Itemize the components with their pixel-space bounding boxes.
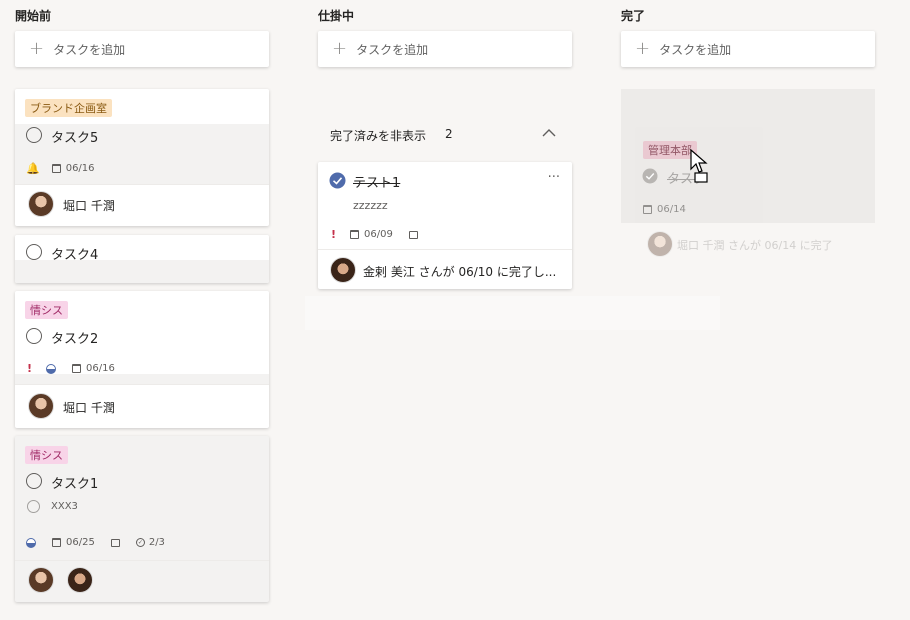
more-options-icon[interactable]: ···: [548, 170, 560, 185]
column-title-in-progress: 仕掛中: [318, 9, 355, 23]
completed-check-icon: [642, 168, 658, 184]
completion-text: 堀口 千潤 さんが 06/14 に完了: [677, 239, 833, 252]
dragging-card-ghost-footer: 堀口 千潤 さんが 06/14 に完了: [621, 226, 875, 260]
label-tag: 情シス: [25, 301, 68, 319]
task-title: タスク2: [51, 332, 99, 347]
comment-icon: [408, 230, 418, 239]
avatar[interactable]: [67, 567, 93, 593]
plus-icon: +: [29, 38, 45, 59]
avatar: [647, 231, 673, 257]
assignee-name: 堀口 千潤: [63, 401, 115, 415]
plus-icon: +: [635, 38, 651, 59]
progress-in-progress-icon: [46, 363, 57, 374]
label-tag: 情シス: [25, 446, 68, 464]
task-notes: zzzzzz: [353, 199, 388, 212]
due-date: 06/14: [657, 204, 686, 215]
avatar[interactable]: [330, 257, 356, 283]
complete-checkbox[interactable]: [26, 328, 42, 344]
add-task-button-in-progress[interactable]: + タスクを追加: [318, 31, 572, 67]
complete-checkbox[interactable]: [26, 473, 42, 489]
completed-check-icon[interactable]: [329, 172, 346, 189]
add-task-label: タスクを追加: [53, 42, 126, 57]
calendar-icon: [52, 538, 61, 547]
column-title-not-started: 開始前: [15, 9, 52, 23]
avatar[interactable]: [28, 393, 54, 419]
complete-checkbox[interactable]: [26, 127, 42, 143]
due-date: 06/25: [66, 537, 95, 548]
label-tag: ブランド企画室: [25, 99, 112, 117]
task-card-task4[interactable]: タスク4: [15, 235, 269, 283]
drop-area: [305, 296, 720, 330]
due-date: 06/16: [86, 363, 115, 374]
assignee-name: 堀口 千潤: [63, 199, 115, 213]
task-title: テスト1: [353, 176, 401, 191]
avatar[interactable]: [28, 191, 54, 217]
task-title: タスク4: [51, 248, 99, 263]
priority-important-icon: !: [331, 228, 337, 241]
task-card-task5[interactable]: ブランド企画室 タスク5 🔔 06/16 堀口 千潤: [15, 89, 269, 226]
task-card-task1[interactable]: 情シス タスク1 XXX3 06/25 ✓ 2/3: [15, 436, 269, 602]
cursor-pointer-icon: [690, 149, 708, 183]
checklist-count: 2/3: [148, 537, 165, 548]
chevron-up-icon: [542, 129, 556, 137]
calendar-icon: [643, 205, 652, 214]
checklist-item-checkbox[interactable]: [27, 500, 40, 513]
calendar-icon: [51, 164, 61, 173]
progress-in-progress-icon: [26, 537, 36, 548]
plus-icon: +: [332, 38, 348, 59]
avatar[interactable]: [28, 567, 54, 593]
add-task-button-not-started[interactable]: + タスクを追加: [15, 31, 269, 67]
due-date: 06/09: [364, 229, 393, 240]
task-card-test1[interactable]: テスト1 ··· zzzzzz ! 06/09 金剌 美江 さんが 06/10 …: [318, 162, 572, 289]
add-task-label: タスクを追加: [356, 42, 429, 57]
urgent-bell-icon: 🔔: [26, 162, 40, 175]
completion-text: 金剌 美江 さんが 06/10 に完了し...: [363, 265, 557, 279]
task-title: タスク1: [51, 477, 99, 492]
task-title: タスク5: [51, 131, 99, 146]
checklist-icon: ✓: [135, 538, 145, 547]
priority-important-icon: !: [27, 362, 33, 375]
calendar-icon: [72, 364, 82, 373]
completed-toggle-label: 完了済みを非表示: [330, 129, 427, 143]
dragging-card-ghost[interactable]: 管理本部 タスク 06/14: [621, 89, 875, 223]
add-task-label: タスクを追加: [659, 42, 732, 57]
completed-section-toggle[interactable]: 完了済みを非表示 2: [318, 120, 572, 148]
comment-icon: [110, 538, 120, 547]
calendar-icon: [350, 230, 360, 239]
due-date: 06/16: [65, 163, 95, 174]
complete-checkbox[interactable]: [26, 244, 42, 260]
completed-count: 2: [445, 127, 453, 141]
add-task-button-done[interactable]: + タスクを追加: [621, 31, 875, 67]
column-title-done: 完了: [621, 9, 646, 23]
task-card-task2[interactable]: 情シス タスク2 ! 06/16 堀口 千潤: [15, 291, 269, 428]
checklist-item-text: XXX3: [51, 501, 78, 512]
